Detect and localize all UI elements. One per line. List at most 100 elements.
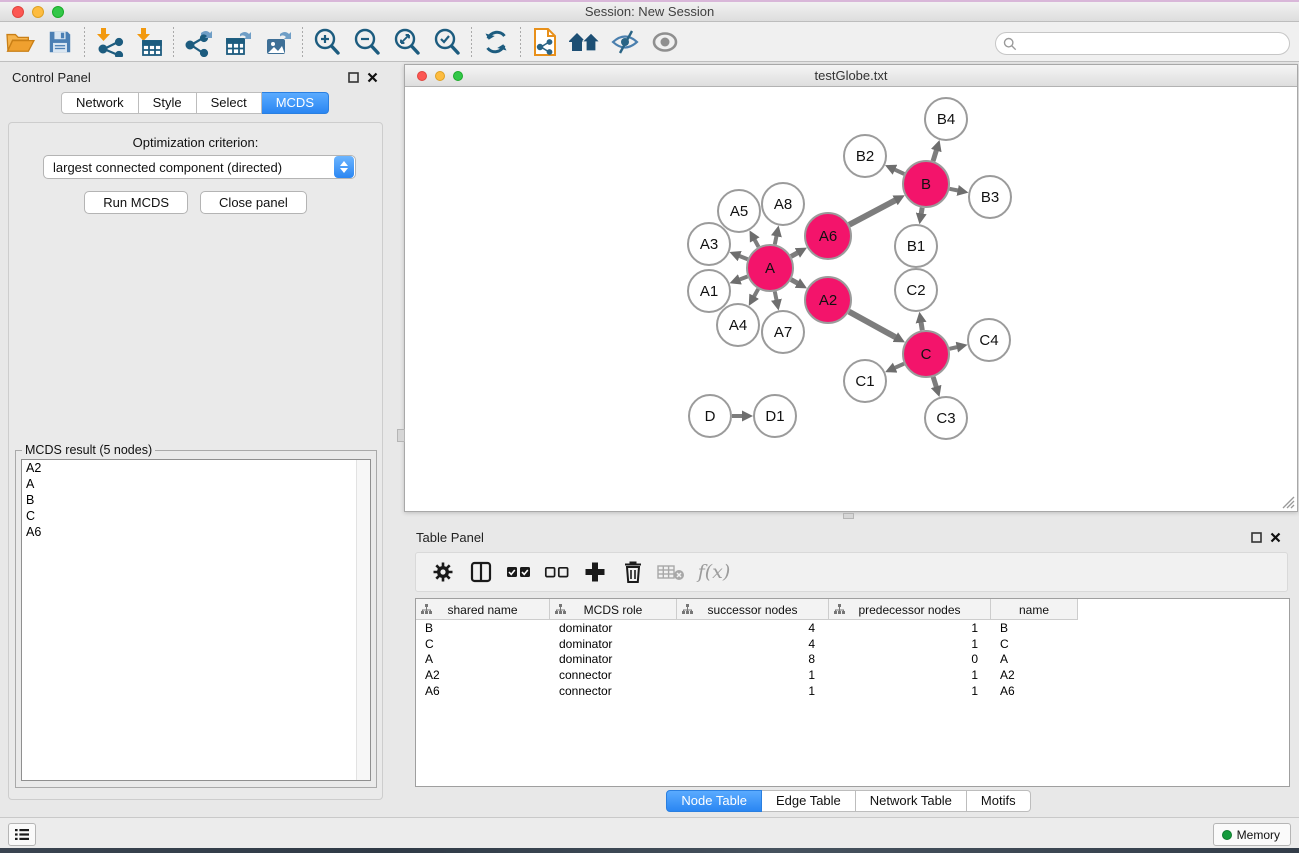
- graph-edge-C-C1[interactable]: [894, 364, 904, 368]
- zoom-out-button[interactable]: [347, 25, 387, 59]
- table-cell[interactable]: 1: [677, 668, 829, 682]
- function-builder-button[interactable]: f(x): [690, 555, 738, 589]
- graph-edge-A6-B[interactable]: [849, 200, 896, 225]
- table-cell[interactable]: 1: [829, 621, 991, 635]
- table-cell[interactable]: B: [991, 621, 1078, 635]
- zoom-in-button[interactable]: [307, 25, 347, 59]
- graph-node-B3[interactable]: B3: [969, 176, 1011, 218]
- network-view-window[interactable]: testGlobe.txt B4B2BB3A8A5A6A3B1AA1C2A2A4…: [404, 64, 1298, 512]
- mcds-result-item[interactable]: A6: [22, 524, 370, 540]
- tab-mcds[interactable]: MCDS: [262, 92, 329, 114]
- table-cell[interactable]: A6: [991, 684, 1078, 698]
- table-cell[interactable]: dominator: [550, 652, 677, 666]
- graph-node-A3[interactable]: A3: [688, 223, 730, 265]
- graph-node-A8[interactable]: A8: [762, 183, 804, 225]
- table-cell[interactable]: B: [416, 621, 550, 635]
- add-column-button[interactable]: [576, 555, 614, 589]
- refresh-button[interactable]: [476, 25, 516, 59]
- graph-edge-C-C2[interactable]: [921, 322, 922, 331]
- graph-node-B2[interactable]: B2: [844, 135, 886, 177]
- mcds-result-item[interactable]: B: [22, 492, 370, 508]
- graph-node-C2[interactable]: C2: [895, 269, 937, 311]
- close-panel-button[interactable]: Close panel: [200, 191, 307, 214]
- graph-node-D1[interactable]: D1: [754, 395, 796, 437]
- search-box[interactable]: [995, 32, 1290, 55]
- mcds-result-item[interactable]: A: [22, 476, 370, 492]
- open-session-button[interactable]: [0, 25, 40, 59]
- table-cell[interactable]: A2: [416, 668, 550, 682]
- hide-panel-button[interactable]: [605, 25, 645, 59]
- network-window-titlebar[interactable]: testGlobe.txt: [405, 65, 1297, 87]
- table-row[interactable]: A2connector11A2: [416, 667, 1078, 683]
- graph-node-A7[interactable]: A7: [762, 311, 804, 353]
- close-panel-icon[interactable]: [367, 72, 378, 83]
- memory-button[interactable]: Memory: [1213, 823, 1291, 846]
- network-file-button[interactable]: [525, 25, 565, 59]
- table-cell[interactable]: 0: [829, 652, 991, 666]
- graph-node-C[interactable]: C: [903, 331, 949, 377]
- mcds-result-list[interactable]: A2ABCA6: [21, 459, 371, 781]
- delete-table-button[interactable]: [652, 555, 690, 589]
- column-header-successor-nodes[interactable]: successor nodes: [677, 599, 829, 620]
- graph-edge-A-A4[interactable]: [754, 289, 759, 297]
- graph-edge-A-A6[interactable]: [791, 252, 798, 256]
- graph-edge-A2-C[interactable]: [849, 312, 896, 338]
- table-cell[interactable]: A6: [416, 684, 550, 698]
- export-image-button[interactable]: [258, 25, 298, 59]
- graph-edge-A-A3[interactable]: [739, 256, 748, 259]
- select-all-columns-button[interactable]: [500, 555, 538, 589]
- table-cell[interactable]: 1: [829, 637, 991, 651]
- tab-node-table[interactable]: Node Table: [666, 790, 762, 812]
- graph-node-C3[interactable]: C3: [925, 397, 967, 439]
- table-cell[interactable]: connector: [550, 668, 677, 682]
- table-cell[interactable]: 1: [829, 684, 991, 698]
- table-cell[interactable]: C: [416, 637, 550, 651]
- home-button[interactable]: [565, 25, 605, 59]
- tab-select[interactable]: Select: [197, 92, 262, 114]
- graph-edge-A-A1[interactable]: [739, 276, 748, 279]
- graph-node-A2[interactable]: A2: [805, 277, 851, 323]
- graph-node-D[interactable]: D: [689, 395, 731, 437]
- table-cell[interactable]: 4: [677, 637, 829, 651]
- mcds-result-item[interactable]: C: [22, 508, 370, 524]
- column-header-predecessor-nodes[interactable]: predecessor nodes: [829, 599, 991, 620]
- table-cell[interactable]: 4: [677, 621, 829, 635]
- network-graph[interactable]: B4B2BB3A8A5A6A3B1AA1C2A2A4A7C4CC1DD1C3: [405, 87, 1297, 511]
- table-cell[interactable]: A: [991, 652, 1078, 666]
- save-session-button[interactable]: [40, 25, 80, 59]
- run-mcds-button[interactable]: Run MCDS: [84, 191, 188, 214]
- table-row[interactable]: Cdominator41C: [416, 636, 1078, 652]
- task-history-button[interactable]: [8, 823, 36, 846]
- export-table-button[interactable]: [218, 25, 258, 59]
- delete-column-button[interactable]: [614, 555, 652, 589]
- graph-node-A5[interactable]: A5: [718, 190, 760, 232]
- table-cell[interactable]: dominator: [550, 621, 677, 635]
- float-panel-icon[interactable]: [348, 72, 359, 83]
- unselect-all-columns-button[interactable]: [538, 555, 576, 589]
- graph-edge-B-B4[interactable]: [933, 150, 937, 161]
- column-header-shared-name[interactable]: shared name: [416, 599, 550, 620]
- table-cell[interactable]: C: [991, 637, 1078, 651]
- table-cell[interactable]: dominator: [550, 637, 677, 651]
- vertical-split-handle[interactable]: [397, 429, 405, 442]
- column-header-MCDS-role[interactable]: MCDS role: [550, 599, 677, 620]
- split-columns-button[interactable]: [462, 555, 500, 589]
- graph-edge-A-A5[interactable]: [754, 239, 758, 247]
- table-cell[interactable]: 8: [677, 652, 829, 666]
- export-network-button[interactable]: [178, 25, 218, 59]
- zoom-selected-button[interactable]: [427, 25, 467, 59]
- column-header-name[interactable]: name: [991, 599, 1078, 620]
- table-row[interactable]: Bdominator41B: [416, 620, 1078, 636]
- graph-node-B[interactable]: B: [903, 161, 949, 207]
- resize-grip-icon[interactable]: [1282, 496, 1295, 509]
- graph-edge-C-C4[interactable]: [949, 347, 957, 349]
- graph-edge-A-A2[interactable]: [791, 280, 798, 284]
- tab-network[interactable]: Network: [61, 92, 139, 114]
- table-cell[interactable]: A: [416, 652, 550, 666]
- tab-edge-table[interactable]: Edge Table: [762, 790, 856, 812]
- graph-edge-A-A8[interactable]: [775, 235, 777, 244]
- network-canvas[interactable]: B4B2BB3A8A5A6A3B1AA1C2A2A4A7C4CC1DD1C3: [405, 87, 1297, 511]
- table-row[interactable]: Adominator80A: [416, 651, 1078, 667]
- criterion-dropdown[interactable]: largest connected component (directed): [43, 155, 356, 179]
- import-table-button[interactable]: [129, 25, 169, 59]
